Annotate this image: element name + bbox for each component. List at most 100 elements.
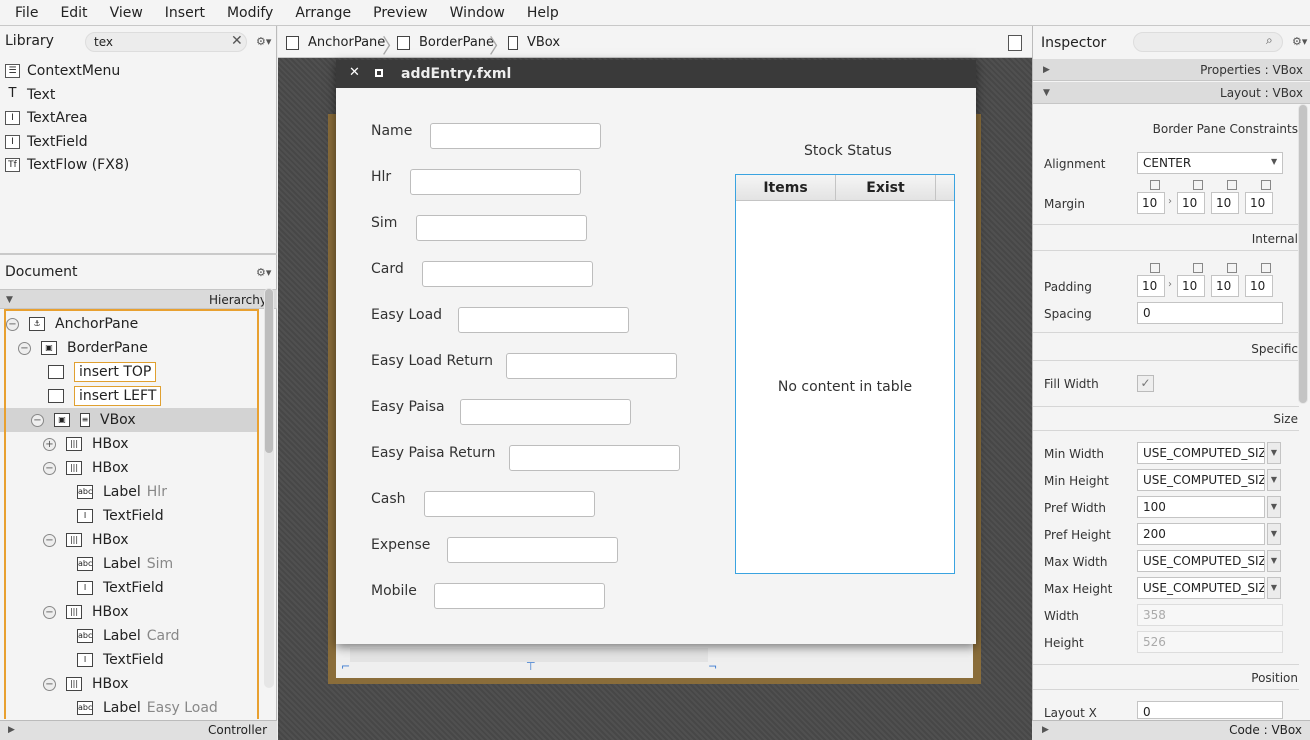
margin-top-field[interactable]: 10 — [1137, 192, 1165, 214]
menu-view[interactable]: View — [99, 5, 154, 21]
menu-file[interactable]: File — [4, 5, 49, 21]
column-header-exist[interactable]: Exist — [836, 175, 936, 201]
panel-divider[interactable] — [0, 253, 277, 255]
contextmenu-icon: ☰ — [5, 64, 20, 78]
menu-arrange[interactable]: Arrange — [284, 5, 362, 21]
spacing-label: Spacing — [1044, 307, 1092, 321]
margin-link-checkbox[interactable] — [1193, 180, 1203, 190]
cash-field[interactable] — [424, 491, 595, 517]
resize-handle-icon[interactable]: ⊤ — [526, 660, 536, 673]
chevron-down-icon[interactable]: ▼ — [1267, 550, 1281, 572]
breadcrumb-anchorpane[interactable]: AnchorPane — [286, 35, 385, 50]
menu-window[interactable]: Window — [439, 5, 516, 21]
name-field[interactable] — [430, 123, 601, 149]
margin-link-checkbox[interactable] — [1261, 180, 1271, 190]
layout-x-field[interactable]: 0 — [1137, 701, 1283, 719]
scrollbar-thumb[interactable] — [1299, 105, 1307, 403]
close-icon[interactable]: ✕ — [349, 65, 360, 80]
fill-width-checkbox[interactable]: ✓ — [1137, 375, 1154, 392]
menu-edit[interactable]: Edit — [49, 5, 98, 21]
stock-table[interactable]: Items Exist No content in table — [735, 174, 955, 574]
margin-link-checkbox[interactable] — [1150, 180, 1160, 190]
hierarchy-header[interactable]: ▼ Hierarchy — [0, 289, 277, 309]
divider — [1033, 689, 1299, 690]
textarea-icon: I — [5, 111, 20, 125]
library-item-text[interactable]: T Text — [5, 84, 56, 106]
chevron-down-icon[interactable]: ▼ — [1267, 469, 1281, 491]
scrollbar-thumb[interactable] — [265, 289, 273, 453]
mobile-field[interactable] — [434, 583, 605, 609]
menu-modify[interactable]: Modify — [216, 5, 284, 21]
min-width-field[interactable]: USE_COMPUTED_SIZ — [1137, 442, 1265, 464]
pref-width-label: Pref Width — [1044, 501, 1106, 515]
margin-right-field[interactable]: 10 — [1177, 192, 1205, 214]
padding-bottom-field[interactable]: 10 — [1211, 275, 1239, 297]
max-width-label: Max Width — [1044, 555, 1108, 569]
anchorpane-icon — [286, 35, 299, 50]
min-height-field[interactable]: USE_COMPUTED_SIZ — [1137, 469, 1265, 491]
properties-section-header[interactable]: ▶ Properties : VBox — [1033, 59, 1310, 81]
library-search-input[interactable]: tex — [85, 32, 247, 52]
library-item-textarea[interactable]: I TextArea — [5, 107, 88, 129]
document-gear-icon[interactable]: ⚙▾ — [256, 266, 271, 279]
expense-field[interactable] — [447, 537, 618, 563]
controller-bar[interactable]: ▶ Controller — [0, 720, 277, 740]
library-item-textflow[interactable]: Tf TextFlow (FX8) — [5, 154, 129, 176]
sim-field[interactable] — [416, 215, 587, 241]
spacing-field[interactable]: 0 — [1137, 302, 1283, 324]
breadcrumb-vbox[interactable]: VBox — [508, 35, 560, 50]
chevron-down-icon[interactable]: ▼ — [1267, 577, 1281, 599]
easy-paisa-return-field[interactable] — [509, 445, 680, 471]
pref-height-field[interactable]: 200 — [1137, 523, 1265, 545]
chevron-down-icon: ▼ — [1271, 157, 1278, 166]
breadcrumb-borderpane[interactable]: BorderPane — [397, 35, 494, 50]
margin-link-checkbox[interactable] — [1227, 180, 1237, 190]
breadcrumb: AnchorPane 〉 BorderPane 〉 VBox — [278, 26, 1032, 58]
margin-bottom-field[interactable]: 10 — [1211, 192, 1239, 214]
padding-link-checkbox[interactable] — [1261, 263, 1271, 273]
inspector-gear-icon[interactable]: ⚙▾ — [1292, 35, 1307, 48]
layout-section-header[interactable]: ▼ Layout : VBox — [1033, 82, 1310, 104]
code-section-header[interactable]: ▶ Code : VBox — [1032, 720, 1310, 740]
padding-right-field[interactable]: 10 — [1177, 275, 1205, 297]
padding-link-checkbox[interactable] — [1150, 263, 1160, 273]
document-icon[interactable] — [1008, 35, 1022, 51]
resize-handle-icon[interactable]: ⌐ — [341, 660, 350, 673]
padding-left-field[interactable]: 10 — [1245, 275, 1273, 297]
menu-preview[interactable]: Preview — [362, 5, 439, 21]
padding-top-field[interactable]: 10 — [1137, 275, 1165, 297]
pref-width-field[interactable]: 100 — [1137, 496, 1265, 518]
library-item-label: TextFlow (FX8) — [27, 157, 130, 173]
resize-handle-icon[interactable]: ¬ — [708, 660, 717, 673]
maximize-icon[interactable] — [375, 69, 383, 77]
library-gear-icon[interactable]: ⚙▾ — [256, 35, 271, 48]
inspector-scrollbar[interactable] — [1298, 104, 1308, 404]
padding-link-checkbox[interactable] — [1227, 263, 1237, 273]
alignment-select[interactable]: CENTER — [1137, 152, 1283, 174]
clear-search-icon[interactable]: ✕ — [231, 33, 243, 49]
max-height-field[interactable]: USE_COMPUTED_SIZ — [1137, 577, 1265, 599]
chevron-down-icon[interactable]: ▼ — [1267, 442, 1281, 464]
menu-help[interactable]: Help — [516, 5, 570, 21]
menubar: File Edit View Insert Modify Arrange Pre… — [0, 0, 1310, 26]
easy-paisa-field[interactable] — [460, 399, 631, 425]
label-cash: Cash — [371, 491, 406, 507]
padding-label: Padding — [1044, 280, 1092, 294]
library-item-textfield[interactable]: I TextField — [5, 131, 88, 153]
expand-triangle-icon: ▶ — [1043, 65, 1050, 75]
menu-insert[interactable]: Insert — [154, 5, 216, 21]
column-header-items[interactable]: Items — [736, 175, 836, 201]
max-width-field[interactable]: USE_COMPUTED_SIZ — [1137, 550, 1265, 572]
easy-load-return-field[interactable] — [506, 353, 677, 379]
card-field[interactable] — [422, 261, 593, 287]
hlr-field[interactable] — [410, 169, 581, 195]
hierarchy-scrollbar[interactable] — [264, 288, 274, 688]
library-item-contextmenu[interactable]: ☰ ContextMenu — [5, 60, 120, 82]
chevron-down-icon[interactable]: ▼ — [1267, 523, 1281, 545]
chevron-down-icon[interactable]: ▼ — [1267, 496, 1281, 518]
inspector-search-input[interactable] — [1133, 32, 1283, 52]
easy-load-field[interactable] — [458, 307, 629, 333]
margin-left-field[interactable]: 10 — [1245, 192, 1273, 214]
padding-link-checkbox[interactable] — [1193, 263, 1203, 273]
window-titlebar[interactable]: ✕ addEntry.fxml — [336, 60, 976, 88]
